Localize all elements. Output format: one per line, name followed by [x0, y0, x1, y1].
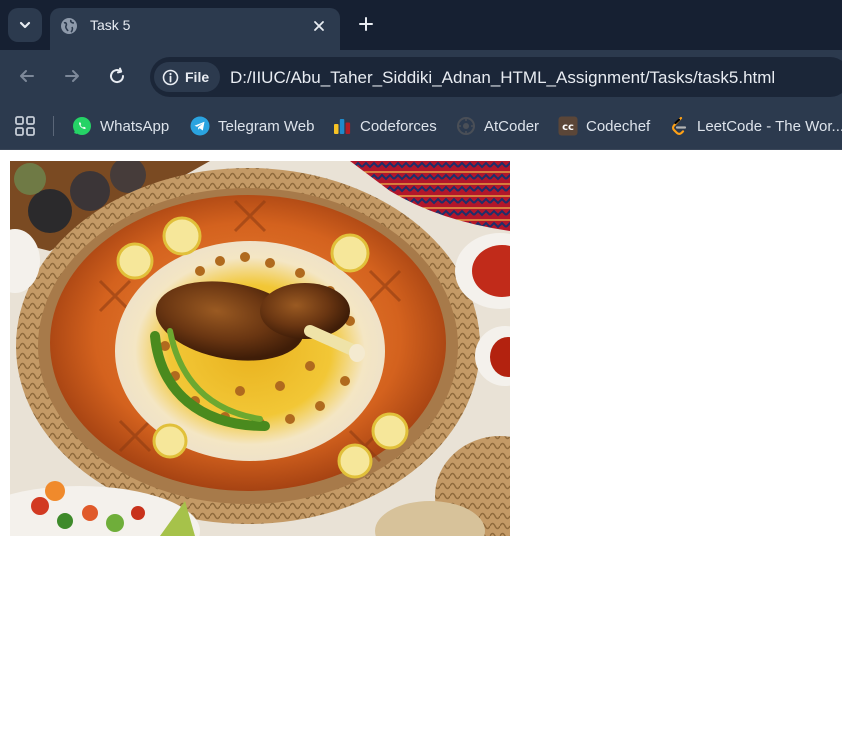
- tab-active[interactable]: Task 5: [50, 8, 340, 50]
- bookmark-label: Telegram Web: [218, 117, 315, 135]
- arrow-left-icon: [20, 70, 34, 82]
- bookmark-codechef[interactable]: cc Codechef: [558, 114, 650, 138]
- leetcode-icon: [672, 116, 687, 135]
- apps-grid-icon[interactable]: [14, 115, 36, 137]
- bookmark-atcoder[interactable]: AtCoder: [456, 114, 539, 138]
- tab-title: Task 5: [90, 17, 131, 33]
- bookmarks-separator: [53, 116, 54, 136]
- reload-button[interactable]: [103, 62, 131, 90]
- codeforces-icon: [334, 119, 351, 134]
- site-info-chip[interactable]: File: [154, 62, 220, 92]
- tab-search-button[interactable]: [8, 8, 42, 42]
- plus-icon: [359, 17, 373, 31]
- whatsapp-icon: [73, 117, 91, 135]
- tab-strip: Task 5: [0, 0, 842, 50]
- codechef-icon: cc: [558, 116, 578, 136]
- bookmarks-bar: WhatsApp Telegram Web Codeforces AtCoder…: [0, 102, 842, 150]
- url-text[interactable]: D:/IIUC/Abu_Taher_Siddiki_Adnan_HTML_Ass…: [230, 68, 775, 88]
- tab-close-button[interactable]: [308, 15, 330, 37]
- reload-icon: [110, 67, 125, 84]
- bookmark-label: Codechef: [586, 117, 651, 135]
- bookmark-label: AtCoder: [484, 117, 540, 135]
- bookmark-whatsapp[interactable]: WhatsApp: [72, 114, 169, 138]
- atcoder-icon: [457, 117, 475, 135]
- forward-button[interactable]: [58, 62, 86, 90]
- new-tab-button[interactable]: [352, 10, 380, 38]
- bookmark-telegram[interactable]: Telegram Web: [190, 114, 314, 138]
- bookmark-codeforces[interactable]: Codeforces: [332, 114, 437, 138]
- toolbar: File D:/IIUC/Abu_Taher_Siddiki_Adnan_HTM…: [0, 50, 842, 102]
- bookmark-label: WhatsApp: [100, 117, 170, 135]
- food-image: [10, 161, 510, 536]
- arrow-right-icon: [65, 70, 79, 82]
- close-icon: [314, 21, 324, 31]
- address-bar[interactable]: File D:/IIUC/Abu_Taher_Siddiki_Adnan_HTM…: [150, 57, 842, 97]
- bookmark-label: LeetCode - The Wor...: [697, 117, 842, 135]
- chevron-down-icon: [19, 21, 31, 29]
- bookmark-leetcode[interactable]: LeetCode - The Wor...: [669, 114, 842, 138]
- globe-icon: [61, 18, 77, 34]
- svg-text:cc: cc: [562, 122, 574, 133]
- info-icon: [162, 69, 179, 85]
- site-info-label: File: [185, 69, 210, 85]
- telegram-icon: [190, 116, 210, 136]
- back-button[interactable]: [13, 62, 41, 90]
- bookmark-label: Codeforces: [360, 117, 437, 135]
